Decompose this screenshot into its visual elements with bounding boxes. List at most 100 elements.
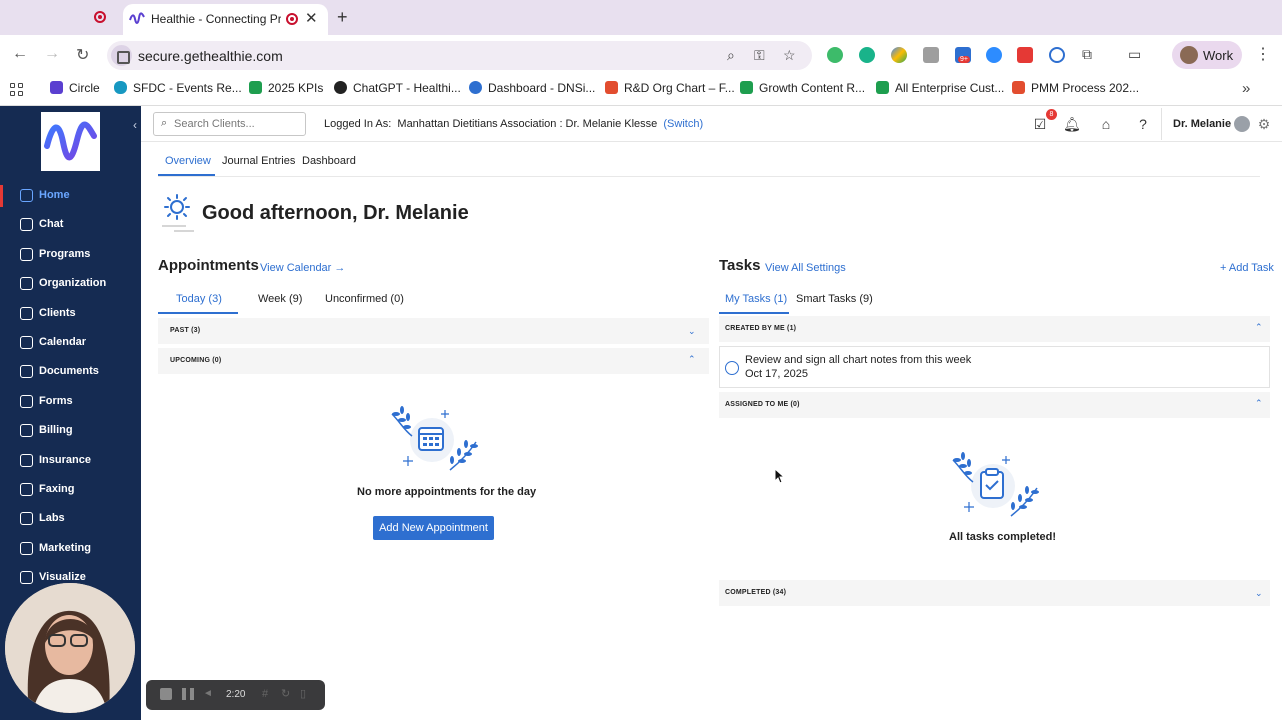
- tab-smart-tasks[interactable]: Smart Tasks (9): [796, 293, 873, 305]
- bell-icon[interactable]: 🔔︎: [1063, 116, 1081, 132]
- sidebar-item-clients[interactable]: Clients: [0, 303, 141, 325]
- billing-icon: [20, 424, 33, 437]
- tab-unconfirmed[interactable]: Unconfirmed (0): [325, 293, 404, 305]
- task-settings-link[interactable]: Settings: [806, 262, 846, 274]
- sidebar-item-calendar[interactable]: Calendar: [0, 332, 141, 354]
- bookmark-label: ChatGPT - Healthi...: [353, 81, 461, 95]
- extension-camera-icon[interactable]: [923, 47, 939, 63]
- bookmark-sfdc[interactable]: SFDC - Events Re...: [114, 81, 242, 99]
- stop-icon[interactable]: [160, 688, 172, 700]
- view-all-link[interactable]: View All: [765, 262, 803, 274]
- assigned-to-me-label: ASSIGNED TO ME (0): [725, 401, 800, 408]
- tab-overview[interactable]: Overview: [165, 155, 211, 167]
- referral-icon[interactable]: ⌂: [1098, 116, 1114, 132]
- sidebar-item-labs[interactable]: Labs: [0, 508, 141, 530]
- password-key-icon[interactable]: ⚿: [754, 47, 765, 64]
- sidebar-item-billing[interactable]: Billing: [0, 420, 141, 442]
- user-name[interactable]: Dr. Melanie: [1173, 118, 1231, 130]
- webcam-bubble[interactable]: [5, 583, 135, 713]
- bookmark-dashboard[interactable]: Dashboard - DNSi...: [469, 81, 595, 99]
- extension-zoom-icon[interactable]: [986, 47, 1002, 63]
- settings-gear-icon[interactable]: ⚙: [1256, 116, 1272, 132]
- restart-icon[interactable]: ↻: [281, 688, 293, 700]
- recording-time: 2:20: [226, 689, 246, 700]
- view-calendar-link[interactable]: View Calendar →: [260, 262, 345, 274]
- avatar[interactable]: [1234, 116, 1250, 132]
- bookmark-enterprise[interactable]: All Enterprise Cust...: [876, 81, 1004, 99]
- mute-icon[interactable]: ◄: [203, 688, 215, 700]
- bookmark-kpis[interactable]: 2025 KPIs: [249, 81, 323, 99]
- extensions-puzzle-icon[interactable]: ⧉: [1082, 46, 1092, 63]
- bookmark-pmm[interactable]: PMM Process 202...: [1012, 81, 1139, 99]
- completed-header[interactable]: COMPLETED (34) ⌄: [719, 580, 1270, 606]
- bookmark-star-icon[interactable]: ☆: [783, 47, 796, 64]
- tasks-title: Tasks: [719, 257, 761, 274]
- search-input[interactable]: [174, 116, 302, 132]
- logged-in-info: Logged In As: Manhattan Dietitians Assoc…: [324, 118, 703, 130]
- assigned-to-me-header[interactable]: ASSIGNED TO ME (0) ⌃: [719, 392, 1270, 418]
- pause-icon[interactable]: [182, 688, 194, 700]
- extension-drive-icon[interactable]: [891, 47, 907, 63]
- tab-journal-entries[interactable]: Journal Entries: [222, 155, 295, 167]
- bookmark-rd-org[interactable]: R&D Org Chart – F...: [605, 81, 735, 99]
- bookmark-label: Growth Content R...: [759, 81, 866, 95]
- bookmark-growth[interactable]: Growth Content R...: [740, 81, 865, 99]
- collapse-sidebar-icon[interactable]: ‹: [133, 118, 137, 132]
- created-by-me-header[interactable]: CREATED BY ME (1) ⌃: [719, 316, 1270, 342]
- extension-green-icon[interactable]: [859, 47, 875, 63]
- healthie-logo[interactable]: [41, 112, 100, 171]
- sidebar-item-label: Home: [39, 189, 70, 201]
- sidebar-item-programs[interactable]: Programs: [0, 244, 141, 266]
- new-tab-plus-icon[interactable]: +: [337, 7, 348, 28]
- browser-tab-inactive[interactable]: [0, 0, 118, 35]
- tab-week[interactable]: Week (9): [258, 293, 302, 305]
- sidebar-item-organization[interactable]: Organization: [0, 273, 141, 295]
- browser-tab-active[interactable]: Healthie - Connecting Pro ✕: [123, 4, 328, 35]
- more-menu-icon[interactable]: ⋮: [1255, 44, 1271, 64]
- tab-search-icon[interactable]: ▭: [1128, 46, 1141, 63]
- task-complete-checkbox[interactable]: [725, 361, 739, 375]
- add-task-link[interactable]: + Add Task: [1220, 262, 1274, 274]
- switch-link[interactable]: (Switch): [663, 118, 703, 130]
- forward-arrow-icon[interactable]: →: [44, 45, 60, 63]
- sidebar-item-documents[interactable]: Documents: [0, 361, 141, 383]
- sidebar-item-chat[interactable]: Chat: [0, 214, 141, 236]
- sidebar-item-faxing[interactable]: Faxing: [0, 479, 141, 501]
- site-info-icon[interactable]: [111, 45, 132, 66]
- sidebar-item-forms[interactable]: Forms: [0, 391, 141, 413]
- extension-grammarly-icon[interactable]: [827, 47, 843, 63]
- back-arrow-icon[interactable]: ←: [12, 45, 28, 63]
- sidebar-item-label: Calendar: [39, 336, 87, 348]
- figma-icon: [1012, 81, 1025, 94]
- bookmark-circle[interactable]: Circle: [50, 81, 100, 99]
- upcoming-group-header[interactable]: UPCOMING (0) ⌃: [158, 348, 709, 374]
- tab-close-icon[interactable]: ✕: [305, 9, 318, 27]
- apps-grid-icon[interactable]: [10, 83, 24, 97]
- help-icon[interactable]: ?: [1135, 116, 1151, 132]
- zoom-magnifier-icon[interactable]: ⌕: [727, 47, 735, 64]
- extension-1password-icon[interactable]: [1049, 47, 1065, 63]
- tasks-checkbox-icon[interactable]: ☑: [1032, 116, 1048, 132]
- sidebar-item-insurance[interactable]: Insurance: [0, 450, 141, 472]
- bookmark-label: Dashboard - DNSi...: [488, 81, 596, 95]
- reload-icon[interactable]: ↻: [76, 45, 89, 65]
- add-new-appointment-button[interactable]: Add New Appointment: [373, 516, 494, 540]
- tab-today[interactable]: Today (3): [176, 293, 222, 305]
- bookmark-chatgpt[interactable]: ChatGPT - Healthi...: [334, 81, 461, 99]
- past-group-header[interactable]: PAST (3) ⌄: [158, 318, 709, 344]
- sidebar-item-label: Chat: [39, 218, 64, 230]
- sheets-icon: [876, 81, 889, 94]
- tab-dashboard[interactable]: Dashboard: [302, 155, 356, 167]
- trash-icon[interactable]: ▯: [300, 688, 312, 700]
- address-bar[interactable]: secure.gethealthie.com ⌕ ⚿ ☆: [107, 41, 812, 70]
- search-clients[interactable]: ⌕: [153, 112, 306, 136]
- sidebar-item-home[interactable]: Home: [0, 185, 141, 207]
- sidebar-item-label: Insurance: [39, 454, 91, 466]
- bookmarks-overflow-icon[interactable]: »: [1242, 80, 1250, 97]
- extension-red-icon[interactable]: [1017, 47, 1033, 63]
- grid-icon[interactable]: #: [262, 688, 274, 700]
- profile-button[interactable]: Work: [1172, 41, 1242, 69]
- task-item[interactable]: Review and sign all chart notes from thi…: [719, 346, 1270, 388]
- tab-my-tasks[interactable]: My Tasks (1): [725, 293, 787, 305]
- sidebar-item-marketing[interactable]: Marketing: [0, 538, 141, 560]
